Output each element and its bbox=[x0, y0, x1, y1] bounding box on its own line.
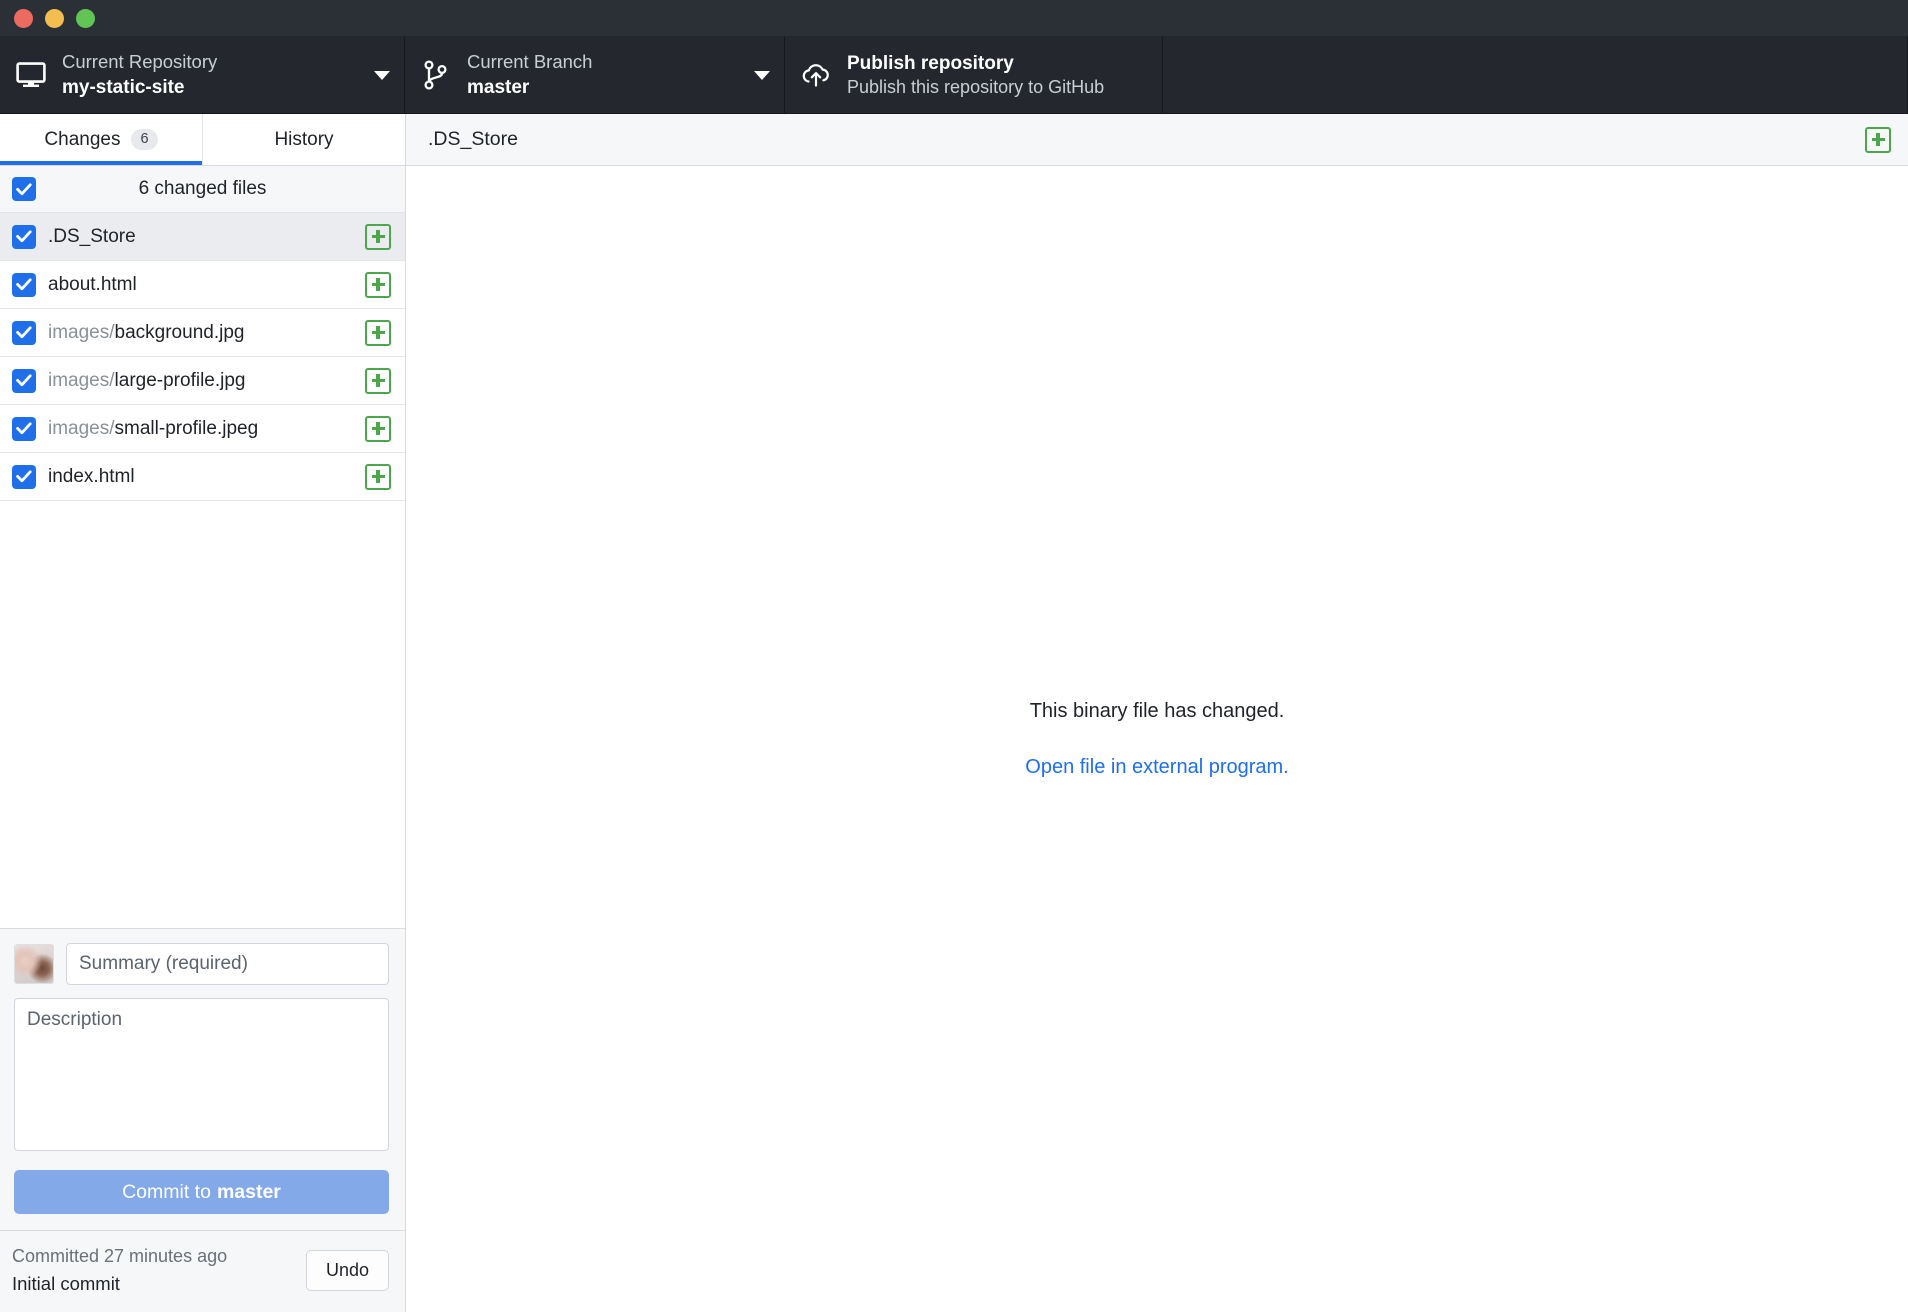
open-file-external-link[interactable]: Open file in external program. bbox=[1025, 756, 1288, 779]
tab-history[interactable]: History bbox=[203, 114, 405, 165]
chevron-down-icon bbox=[374, 71, 390, 80]
diff-panel: .DS_Store This binary file has changed. … bbox=[406, 114, 1908, 1312]
git-branch-icon bbox=[419, 60, 453, 90]
file-row-images-large-profile-jpg[interactable]: images/large-profile.jpg bbox=[0, 357, 405, 405]
file-added-status-icon bbox=[365, 224, 391, 250]
current-repository-label: Current Repository bbox=[62, 50, 360, 74]
file-checkbox[interactable] bbox=[12, 417, 36, 441]
commit-timestamp: Committed 27 minutes ago bbox=[12, 1243, 296, 1270]
app-body: Changes 6 History 6 changed files bbox=[0, 114, 1908, 1312]
publish-repository-title: Publish repository bbox=[847, 51, 1148, 76]
file-name: .DS_Store bbox=[48, 226, 136, 247]
file-checkbox[interactable] bbox=[12, 369, 36, 393]
file-path: images/small-profile.jpeg bbox=[48, 418, 353, 440]
publish-repository-button[interactable]: Publish repository Publish this reposito… bbox=[785, 37, 1163, 113]
close-window-icon[interactable] bbox=[14, 9, 33, 28]
file-added-status-icon bbox=[365, 272, 391, 298]
file-directory: images/ bbox=[48, 322, 115, 343]
last-commit-footer: Committed 27 minutes ago Initial commit … bbox=[0, 1230, 405, 1312]
select-all-checkbox[interactable] bbox=[12, 177, 36, 201]
github-desktop-window: Current Repository my-static-site Curren… bbox=[0, 0, 1908, 1312]
current-branch-value: master bbox=[467, 75, 740, 100]
publish-repository-subtitle: Publish this repository to GitHub bbox=[847, 76, 1148, 100]
file-path: images/background.jpg bbox=[48, 322, 353, 344]
sidebar-tabs: Changes 6 History bbox=[0, 114, 405, 166]
file-added-status-icon bbox=[365, 320, 391, 346]
file-name: about.html bbox=[48, 274, 137, 295]
commit-summary-row bbox=[14, 943, 389, 985]
changed-files-count-label: 6 changed files bbox=[0, 178, 405, 200]
file-added-status-icon bbox=[365, 368, 391, 394]
file-added-status-icon bbox=[365, 416, 391, 442]
file-path: .DS_Store bbox=[48, 226, 353, 248]
zoom-window-icon[interactable] bbox=[76, 9, 95, 28]
minimize-window-icon[interactable] bbox=[45, 9, 64, 28]
file-added-status-icon bbox=[365, 464, 391, 490]
current-repository-value: my-static-site bbox=[62, 75, 360, 100]
last-commit-info: Committed 27 minutes ago Initial commit bbox=[12, 1243, 296, 1298]
file-checkbox[interactable] bbox=[12, 273, 36, 297]
commit-button-branch: master bbox=[217, 1181, 281, 1204]
file-path: about.html bbox=[48, 274, 353, 296]
file-row-images-background-jpg[interactable]: images/background.jpg bbox=[0, 309, 405, 357]
file-directory: images/ bbox=[48, 418, 115, 439]
traffic-lights bbox=[14, 9, 95, 28]
tab-changes-label: Changes bbox=[44, 129, 120, 151]
commit-description-input[interactable] bbox=[14, 998, 389, 1151]
file-path: images/large-profile.jpg bbox=[48, 370, 353, 392]
binary-file-message: This binary file has changed. bbox=[1030, 700, 1285, 723]
desktop-monitor-icon bbox=[14, 62, 48, 88]
commit-summary-input[interactable] bbox=[66, 943, 389, 985]
commit-message: Initial commit bbox=[12, 1270, 296, 1298]
title-bar bbox=[0, 0, 1908, 37]
file-name: background.jpg bbox=[115, 322, 245, 343]
file-name: index.html bbox=[48, 466, 135, 487]
avatar bbox=[14, 944, 54, 984]
diff-header: .DS_Store bbox=[406, 114, 1908, 166]
tab-changes-badge: 6 bbox=[131, 129, 157, 150]
current-repository-button[interactable]: Current Repository my-static-site bbox=[0, 37, 405, 113]
tab-history-label: History bbox=[274, 129, 333, 151]
toolbar-empty-space bbox=[1163, 37, 1908, 113]
changed-files-list: .DS_Store about.html images/background.j… bbox=[0, 213, 405, 928]
file-directory: images/ bbox=[48, 370, 115, 391]
file-row-index-html[interactable]: index.html bbox=[0, 453, 405, 501]
file-path: index.html bbox=[48, 466, 353, 488]
file-checkbox[interactable] bbox=[12, 321, 36, 345]
diff-content: This binary file has changed. Open file … bbox=[406, 166, 1908, 1312]
diff-file-name: .DS_Store bbox=[428, 128, 1853, 151]
current-branch-label: Current Branch bbox=[467, 50, 740, 74]
file-name: small-profile.jpeg bbox=[115, 418, 259, 439]
main-toolbar: Current Repository my-static-site Curren… bbox=[0, 37, 1908, 114]
file-name: large-profile.jpg bbox=[115, 370, 246, 391]
cloud-upload-icon bbox=[799, 62, 833, 88]
file-checkbox[interactable] bbox=[12, 225, 36, 249]
current-branch-button[interactable]: Current Branch master bbox=[405, 37, 785, 113]
file-checkbox[interactable] bbox=[12, 465, 36, 489]
select-all-row[interactable]: 6 changed files bbox=[0, 166, 405, 213]
commit-to-branch-button[interactable]: Commit to master bbox=[14, 1170, 389, 1214]
file-row-ds-store[interactable]: .DS_Store bbox=[0, 213, 405, 261]
file-added-status-icon bbox=[1865, 127, 1891, 153]
commit-button-prefix: Commit to bbox=[122, 1181, 211, 1204]
undo-button[interactable]: Undo bbox=[306, 1250, 389, 1291]
file-row-about-html[interactable]: about.html bbox=[0, 261, 405, 309]
commit-form: Commit to master bbox=[0, 928, 405, 1230]
chevron-down-icon bbox=[754, 71, 770, 80]
file-row-images-small-profile-jpeg[interactable]: images/small-profile.jpeg bbox=[0, 405, 405, 453]
changes-sidebar: Changes 6 History 6 changed files bbox=[0, 114, 406, 1312]
tab-changes[interactable]: Changes 6 bbox=[0, 114, 203, 165]
